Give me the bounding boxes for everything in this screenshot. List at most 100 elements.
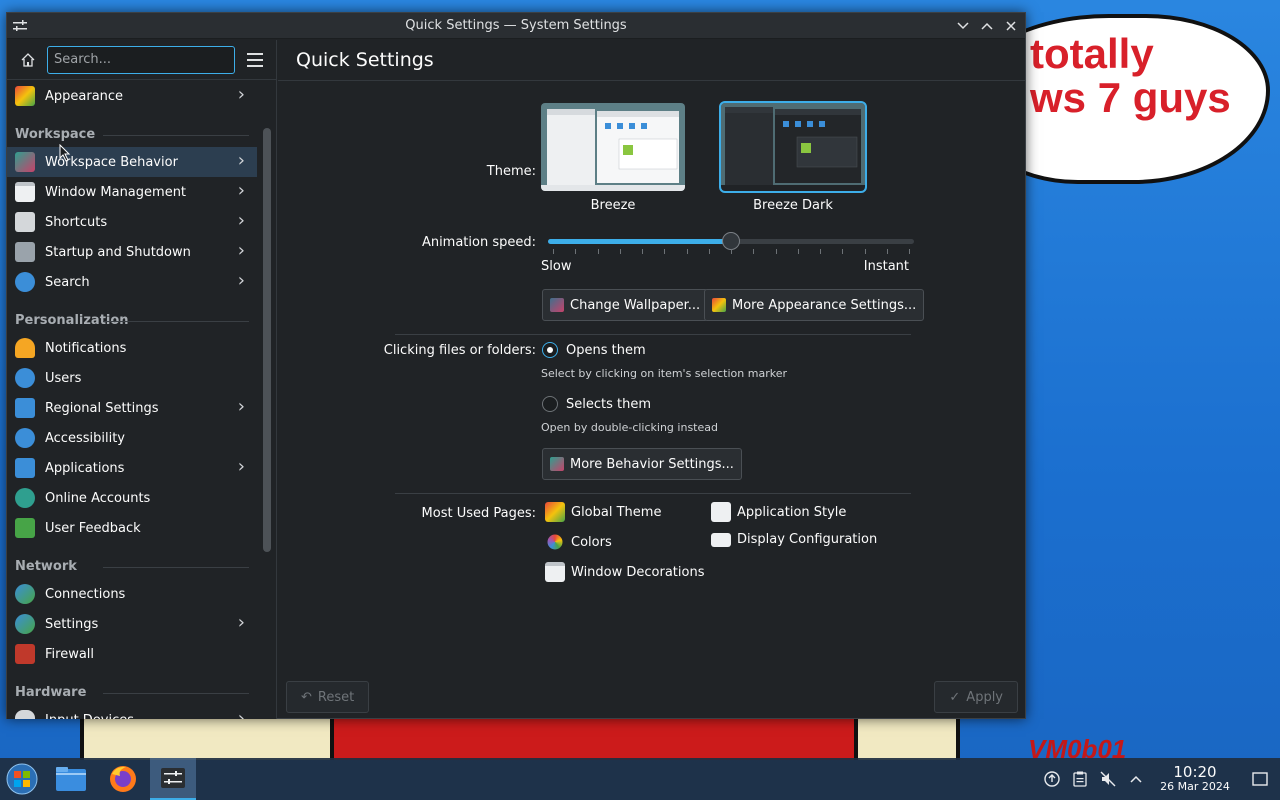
sidebar-item-online-accounts[interactable]: Online Accounts [7,483,257,513]
sidebar-item-accessibility[interactable]: Accessibility [7,423,257,453]
appearance-icon [712,298,726,312]
sidebar-item-label: Applications [45,460,125,476]
sidebar-item-window-management[interactable]: Window Management › [7,177,257,207]
sidebar-item-workspace-behavior[interactable]: Workspace Behavior › [7,147,257,177]
reset-button[interactable]: ↶ Reset [286,681,370,713]
sidebar-item-connections[interactable]: Connections [7,579,257,609]
system-settings-window: Quick Settings — System Settings Appeara… [6,12,1026,719]
apply-label: Apply [966,689,1003,705]
sidebar-section-network: Network [7,543,257,579]
hamburger-menu-icon[interactable] [247,52,263,67]
show-desktop-icon[interactable] [1240,758,1280,800]
sidebar-section-personalization: Personalization [7,297,257,333]
maximize-button[interactable] [975,13,999,39]
most-used-label: Most Used Pages: [421,506,536,521]
most-used-window-decorations[interactable]: Window Decorations [545,562,705,582]
sidebar-item-user-feedback[interactable]: User Feedback [7,513,257,543]
sidebar-item-appearance[interactable]: Appearance › [7,81,257,111]
search-icon [15,272,35,292]
clock-time: 10:20 [1173,763,1217,781]
clipboard-icon[interactable] [1066,758,1094,800]
slider-tick [775,249,777,254]
sidebar-item-input-devices[interactable]: Input Devices › [7,705,257,719]
change-wallpaper-button[interactable]: Change Wallpaper... [542,289,709,321]
sidebar-scrollbar[interactable] [263,128,271,552]
wallpaper-icon [550,298,564,312]
animation-speed-slider[interactable] [548,232,914,250]
sidebar-item-shortcuts[interactable]: Shortcuts › [7,207,257,237]
theme-name-breeze: Breeze [590,198,636,213]
window-title: Quick Settings — System Settings [405,18,627,33]
sidebar-item-label: Startup and Shutdown [45,244,191,260]
theme-card-breeze[interactable]: Breeze [541,103,685,213]
sidebar-item-label: Input Devices [45,713,134,720]
sidebar-item-label: Search [45,274,90,290]
slider-tick [909,249,910,254]
most-used-application-style[interactable]: Application Style [711,502,846,522]
most-used-display-configuration[interactable]: Display Configuration [711,532,877,547]
slider-handle[interactable] [722,232,740,250]
slider-tick [708,249,710,254]
network-settings-icon [15,614,35,634]
selects-them-label[interactable]: Selects them [566,397,651,412]
slider-tick [886,249,888,254]
volume-muted-icon[interactable] [1094,758,1122,800]
sidebar-item-applications[interactable]: Applications › [7,453,257,483]
firefox-button[interactable] [100,758,146,800]
chevron-right-icon: › [237,180,245,201]
sidebar-item-regional-settings[interactable]: Regional Settings › [7,393,257,423]
sidebar-item-label: Settings [45,616,99,632]
most-used-global-theme[interactable]: Global Theme [545,502,661,522]
system-settings-icon [161,768,185,788]
slider-max-label: Instant [863,259,909,274]
titlebar[interactable]: Quick Settings — System Settings [7,13,1025,39]
opens-them-label[interactable]: Opens them [566,343,646,358]
update-notifier-icon[interactable] [1038,758,1066,800]
selects-them-hint: Open by double-clicking instead [541,421,718,434]
more-appearance-button[interactable]: More Appearance Settings... [704,289,925,321]
close-button[interactable] [999,13,1023,39]
breeze-dark-preview [719,101,867,193]
home-icon[interactable] [15,47,41,73]
chevron-right-icon: › [237,270,245,291]
search-input[interactable] [47,45,235,74]
checkmark-icon: ✓ [949,689,961,705]
slider-min-label: Slow [541,259,572,274]
clock[interactable]: 10:20 26 Mar 2024 [1150,764,1240,794]
sidebar-item-notifications[interactable]: Notifications [7,333,257,363]
sidebar-item-settings[interactable]: Settings › [7,609,257,639]
opens-them-radio[interactable] [542,342,558,358]
clock-date: 26 Mar 2024 [1160,780,1230,793]
chevron-right-icon: › [237,456,245,477]
system-settings-taskbar-button[interactable] [150,758,196,800]
theme-card-breeze-dark[interactable]: Breeze Dark [719,101,867,213]
chevron-right-icon: › [237,396,245,417]
taskbar: 10:20 26 Mar 2024 [0,758,1280,800]
sidebar-item-label: Connections [45,586,126,602]
global-theme-label: Global Theme [571,504,662,520]
firewall-icon [15,644,35,664]
appearance-icon [15,86,35,106]
expand-tray-icon[interactable] [1122,758,1150,800]
chevron-right-icon: › [237,612,245,633]
sidebar-item-search[interactable]: Search › [7,267,257,297]
sidebar: Appearance›WorkspaceWorkspace Behavior›W… [7,40,277,719]
selects-them-radio[interactable] [542,396,558,412]
more-behavior-button[interactable]: More Behavior Settings... [542,448,742,480]
window-menu-icon[interactable] [7,13,33,39]
apply-button[interactable]: ✓ Apply [934,681,1018,713]
sidebar-item-users[interactable]: Users [7,363,257,393]
sidebar-item-firewall[interactable]: Firewall [7,639,257,669]
file-manager-button[interactable] [48,758,94,800]
chevron-right-icon: › [237,150,245,171]
reset-label: Reset [317,689,355,705]
minimize-button[interactable] [951,13,975,39]
chevron-right-icon: › [237,240,245,261]
most-used-colors[interactable]: Colors [545,532,612,552]
applications-icon [15,458,35,478]
start-menu-button[interactable] [0,758,44,800]
theme-name-breeze-dark: Breeze Dark [753,198,833,213]
more-appearance-label: More Appearance Settings... [732,297,917,313]
sidebar-item-startup-and-shutdown[interactable]: Startup and Shutdown › [7,237,257,267]
chevron-right-icon: › [237,708,245,719]
